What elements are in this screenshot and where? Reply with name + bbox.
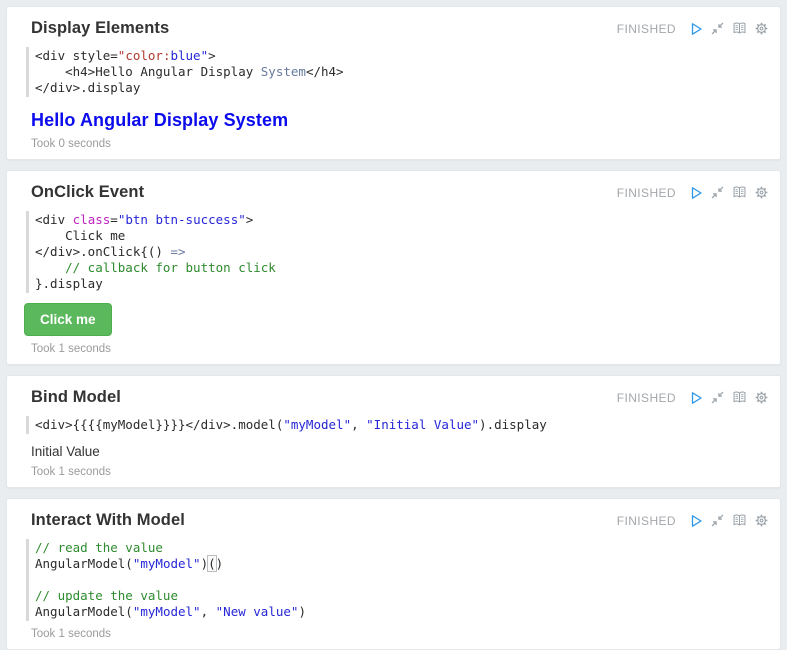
code-editor[interactable]: <div>{{{{myModel}}}}</div>.model("myMode…: [26, 416, 770, 434]
open-book-icon[interactable]: [731, 184, 748, 201]
notebook-page: { "colors": { "page_bg": "#e9edf0", "cel…: [0, 0, 787, 650]
collapse-icon[interactable]: [709, 389, 726, 406]
notebook-cells: Display Elements FINISHED <div style="co…: [6, 6, 781, 650]
code-editor[interactable]: // read the valueAngularModel("myModel")…: [26, 539, 770, 621]
output-text: Initial Value: [31, 444, 770, 459]
collapse-icon[interactable]: [709, 512, 726, 529]
notebook-cell: Interact With Model FINISHED // read the…: [6, 498, 781, 650]
cell-controls: FINISHED: [617, 20, 770, 37]
cell-status-badge: FINISHED: [617, 514, 676, 528]
run-icon[interactable]: [687, 389, 704, 406]
gear-icon[interactable]: [753, 184, 770, 201]
cell-title: Bind Model: [31, 388, 121, 407]
cell-title: Display Elements: [31, 19, 169, 38]
code-editor[interactable]: <div style="color:blue"> <h4>Hello Angul…: [26, 47, 770, 97]
cell-output: Initial Value: [31, 444, 770, 459]
notebook-cell: Display Elements FINISHED <div style="co…: [6, 6, 781, 160]
execution-time: Took 1 seconds: [31, 343, 770, 355]
cell-controls: FINISHED: [617, 389, 770, 406]
gear-icon[interactable]: [753, 20, 770, 37]
execution-time: Took 0 seconds: [31, 138, 770, 150]
execution-time: Took 1 seconds: [31, 466, 770, 478]
cell-status-badge: FINISHED: [617, 22, 676, 36]
gear-icon[interactable]: [753, 389, 770, 406]
cell-status-badge: FINISHED: [617, 186, 676, 200]
code-editor[interactable]: <div class="btn btn-success"> Click me</…: [26, 211, 770, 293]
output-click-me-button[interactable]: Click me: [24, 303, 112, 336]
notebook-cell: OnClick Event FINISHED <div class="btn b…: [6, 170, 781, 365]
output-heading: Hello Angular Display System: [31, 110, 770, 131]
collapse-icon[interactable]: [709, 184, 726, 201]
cell-controls: FINISHED: [617, 512, 770, 529]
cell-header: Display Elements FINISHED: [31, 19, 770, 38]
cell-title: Interact With Model: [31, 511, 185, 530]
run-icon[interactable]: [687, 184, 704, 201]
cell-output: Click me: [31, 293, 770, 336]
open-book-icon[interactable]: [731, 389, 748, 406]
cell-header: Interact With Model FINISHED: [31, 511, 770, 530]
cell-title: OnClick Event: [31, 183, 144, 202]
run-icon[interactable]: [687, 20, 704, 37]
cell-controls: FINISHED: [617, 184, 770, 201]
collapse-icon[interactable]: [709, 20, 726, 37]
gear-icon[interactable]: [753, 512, 770, 529]
cell-header: Bind Model FINISHED: [31, 388, 770, 407]
cell-status-badge: FINISHED: [617, 391, 676, 405]
open-book-icon[interactable]: [731, 20, 748, 37]
notebook-cell: Bind Model FINISHED <div>{{{{myModel}}}}…: [6, 375, 781, 488]
cell-header: OnClick Event FINISHED: [31, 183, 770, 202]
open-book-icon[interactable]: [731, 512, 748, 529]
cell-output: Hello Angular Display System: [31, 110, 770, 131]
execution-time: Took 1 seconds: [31, 628, 770, 640]
run-icon[interactable]: [687, 512, 704, 529]
